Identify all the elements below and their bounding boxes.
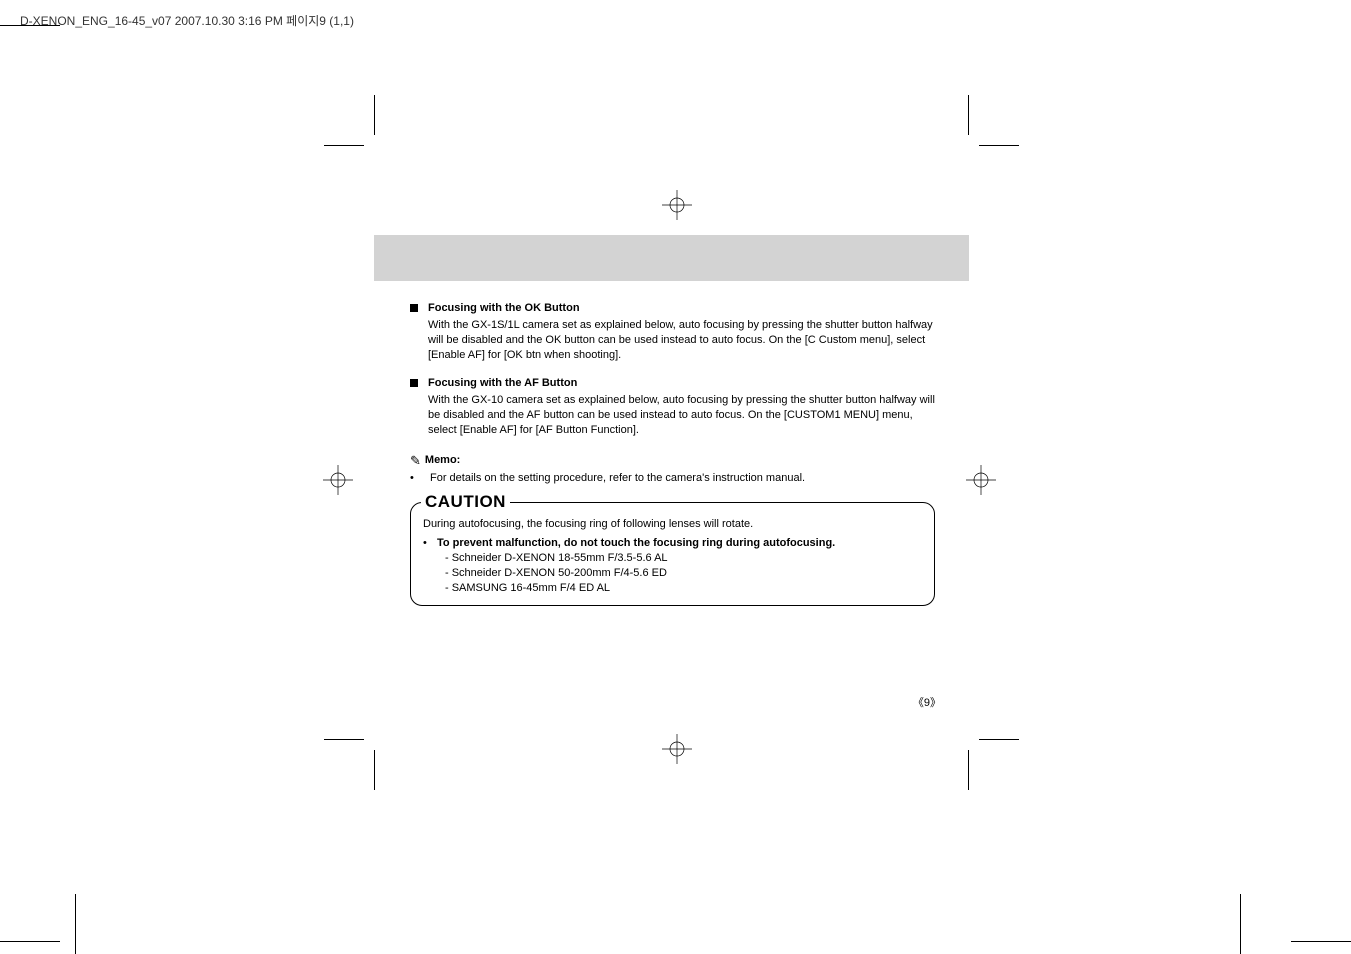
- bullet-icon: •: [410, 471, 430, 486]
- page-number: 《9》: [913, 694, 941, 710]
- section-heading: Focusing with the AF Button: [410, 376, 935, 391]
- caution-label: CAUTION: [421, 491, 510, 514]
- registration-mark-icon: [966, 465, 996, 495]
- caution-intro: During autofocusing, the focusing ring o…: [423, 517, 922, 532]
- page-frame: Focusing with the OK Button With the GX-…: [374, 145, 969, 740]
- caution-item: - Schneider D-XENON 18-55mm F/3.5-5.6 AL: [445, 551, 922, 566]
- bullet-icon: •: [423, 536, 437, 551]
- file-header: D-XENON_ENG_16-45_v07 2007.10.30 3:16 PM…: [20, 12, 354, 29]
- caution-item: - SAMSUNG 16-45mm F/4 ED AL: [445, 581, 922, 596]
- memo-body: • For details on the setting procedure, …: [410, 471, 935, 486]
- section-title: Focusing with the OK Button: [428, 301, 580, 316]
- crop-corner: [324, 145, 364, 146]
- crop-corner: [979, 145, 1019, 146]
- crop-corner: [324, 739, 364, 740]
- section-heading: Focusing with the OK Button: [410, 301, 935, 316]
- crop-mark: [75, 894, 76, 954]
- square-bullet-icon: [410, 304, 418, 312]
- registration-mark-icon: [323, 465, 353, 495]
- section-body: With the GX-10 camera set as explained b…: [428, 393, 935, 438]
- crop-corner: [374, 750, 375, 790]
- caution-main: To prevent malfunction, do not touch the…: [437, 536, 835, 551]
- memo-text: For details on the setting procedure, re…: [430, 471, 805, 486]
- caution-main-row: • To prevent malfunction, do not touch t…: [423, 536, 922, 551]
- crop-mark: [1291, 941, 1351, 942]
- crop-corner: [979, 739, 1019, 740]
- memo-heading: ✎ Memo:: [410, 452, 935, 470]
- crop-corner: [968, 95, 969, 135]
- memo-title: Memo:: [425, 453, 460, 468]
- crop-mark: [1240, 894, 1241, 954]
- header-banner: [374, 235, 969, 281]
- caution-box: CAUTION During autofocusing, the focusin…: [410, 502, 935, 606]
- pencil-icon: ✎: [410, 452, 421, 470]
- angle-bracket-icon: 《: [913, 697, 924, 709]
- crop-mark: [0, 941, 60, 942]
- section-title: Focusing with the AF Button: [428, 376, 577, 391]
- section-body: With the GX-1S/1L camera set as explaine…: [428, 318, 935, 363]
- caution-item: - Schneider D-XENON 50-200mm F/4-5.6 ED: [445, 566, 922, 581]
- crop-mark: [0, 25, 60, 26]
- crop-corner: [968, 750, 969, 790]
- square-bullet-icon: [410, 379, 418, 387]
- page-content: Focusing with the OK Button With the GX-…: [410, 301, 935, 606]
- angle-bracket-icon: 》: [930, 697, 941, 709]
- crop-corner: [374, 95, 375, 135]
